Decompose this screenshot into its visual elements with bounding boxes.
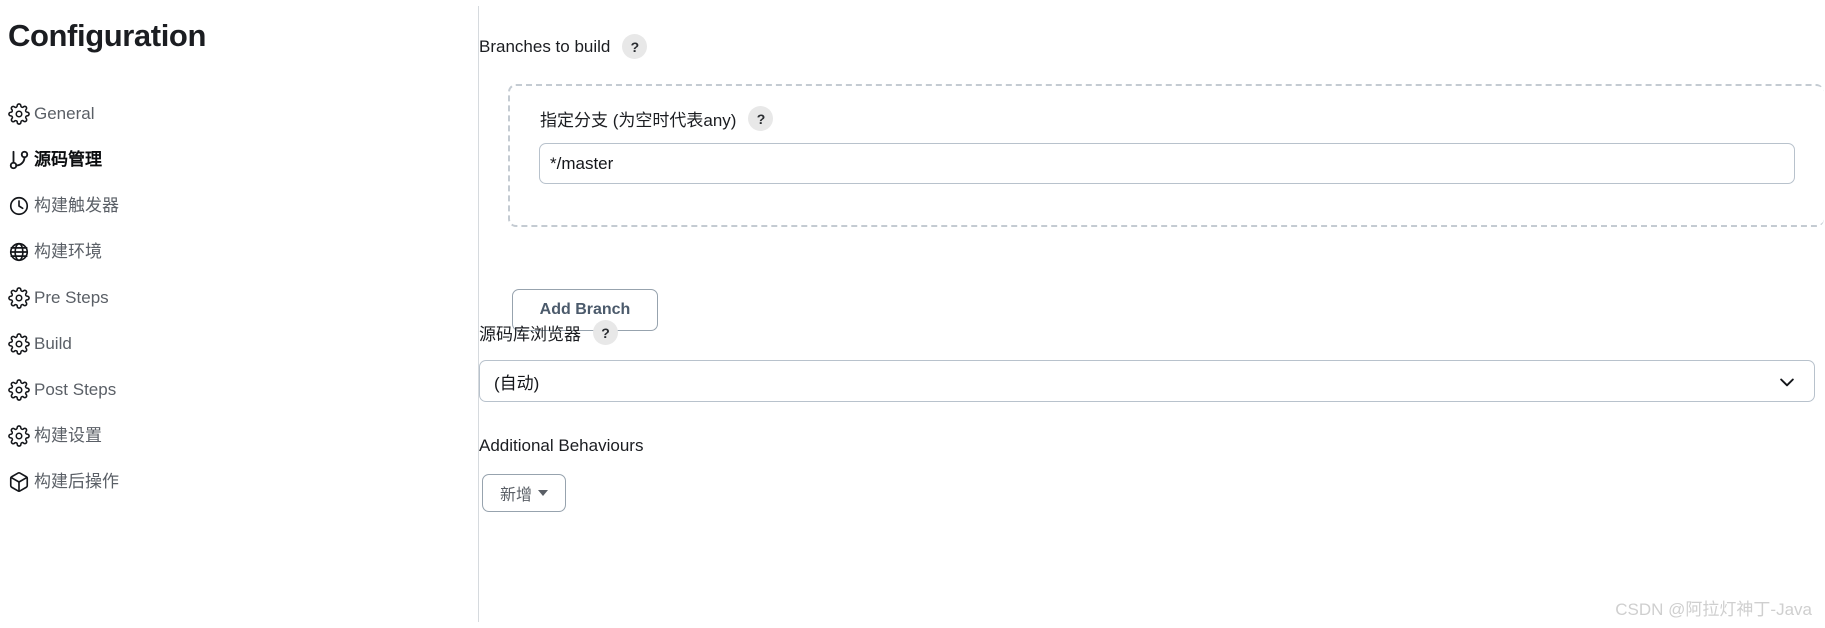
help-icon-branch-spec[interactable]: ? xyxy=(748,106,774,131)
repository-browser-select-wrapper: (自动) xyxy=(479,360,1815,402)
sidebar-item-pre-steps[interactable]: Pre Steps xyxy=(8,282,448,313)
help-icon-branches-to-build[interactable]: ? xyxy=(622,34,648,59)
additional-behaviours-label: Additional Behaviours xyxy=(479,436,644,455)
repository-browser-select[interactable]: (自动) xyxy=(479,360,1815,402)
sidebar-item-post-steps[interactable]: Post Steps xyxy=(8,374,448,405)
sidebar-item-label: General xyxy=(34,104,95,123)
sidebar-nav: General 源码管理 构建触发器 构建环境 Pre Steps Build … xyxy=(8,98,448,512)
sidebar-item-general[interactable]: General xyxy=(8,98,448,129)
sidebar-item-label: 构建环境 xyxy=(34,242,102,261)
gear-icon xyxy=(8,102,30,125)
sidebar-item-build-environment[interactable]: 构建环境 xyxy=(8,236,448,267)
sidebar-item-build[interactable]: Build xyxy=(8,328,448,359)
repository-browser-label: 源码库浏览器 ? xyxy=(479,320,618,345)
sidebar: Configuration General 源码管理 构建触发器 构建环境 Pr… xyxy=(0,0,478,628)
caret-down-icon xyxy=(538,490,548,496)
help-icon-repository-browser[interactable]: ? xyxy=(593,320,618,345)
sidebar-item-label: Pre Steps xyxy=(34,288,109,307)
watermark: CSDN @阿拉灯神丁-Java xyxy=(1615,600,1812,619)
sidebar-item-label: Build xyxy=(34,334,72,353)
add-behaviour-label: 新增 xyxy=(499,487,532,504)
sidebar-item-build-triggers[interactable]: 构建触发器 xyxy=(8,190,448,221)
gear-icon xyxy=(8,286,30,309)
branches-to-build-label: Branches to build ? xyxy=(479,34,648,59)
branch-spec-label: 指定分支 (为空时代表any) ? xyxy=(540,106,774,131)
sidebar-item-scm[interactable]: 源码管理 xyxy=(8,144,448,175)
sidebar-item-label: 构建设置 xyxy=(34,426,102,445)
sidebar-item-post-build-actions[interactable]: 构建后操作 xyxy=(8,466,448,497)
page-title: Configuration xyxy=(8,18,206,53)
sidebar-item-label: 构建触发器 xyxy=(34,196,119,215)
sidebar-item-label: 源码管理 xyxy=(34,150,102,169)
add-behaviour-button[interactable]: 新增 xyxy=(482,474,566,512)
git-branch-icon xyxy=(8,149,30,171)
main-content: Branches to build ? 指定分支 (为空时代表any) ? Ad… xyxy=(479,0,1825,628)
gear-icon xyxy=(8,424,30,447)
branches-to-build-text: Branches to build xyxy=(479,36,611,56)
gear-icon xyxy=(8,378,30,401)
branch-entry-block: 指定分支 (为空时代表any) ? xyxy=(508,84,1824,227)
branch-spec-text: 指定分支 (为空时代表any) xyxy=(540,111,737,130)
clock-icon xyxy=(8,195,30,217)
globe-icon xyxy=(8,241,30,263)
configuration-page: Configuration General 源码管理 构建触发器 构建环境 Pr… xyxy=(0,0,1825,628)
repository-browser-selected-value: (自动) xyxy=(494,373,540,393)
package-icon xyxy=(8,471,30,493)
sidebar-item-label: 构建后操作 xyxy=(34,472,119,491)
repository-browser-text: 源码库浏览器 xyxy=(479,325,581,344)
sidebar-item-label: Post Steps xyxy=(34,380,117,399)
sidebar-item-build-settings[interactable]: 构建设置 xyxy=(8,420,448,451)
branch-specifier-input[interactable] xyxy=(539,143,1795,184)
gear-icon xyxy=(8,332,30,355)
